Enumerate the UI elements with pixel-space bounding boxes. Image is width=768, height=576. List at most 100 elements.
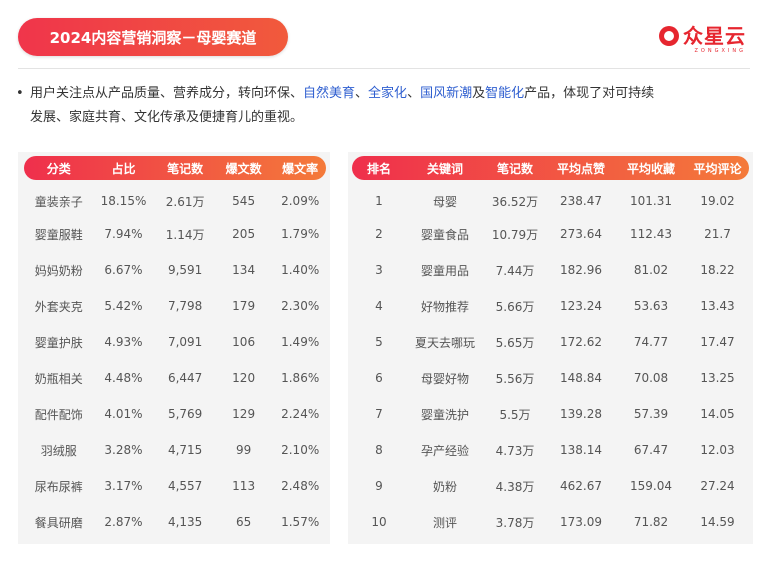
table-cell: 106 [232, 335, 256, 349]
bullet-icon: • [16, 86, 24, 101]
category-column-header: 笔记数 [167, 161, 204, 176]
table-cell: 童装亲子 [34, 194, 83, 209]
category-table-panel: 分类 占比 笔记数 爆文数 爆文率 童装亲子 18.15% 2.61万 545 2.09% 婴童服… [18, 152, 330, 544]
table-cell: 18.15% [100, 194, 147, 208]
table-cell: 3.28% [104, 443, 143, 457]
table-cell: 8 [375, 443, 383, 457]
table-cell: 172.62 [560, 335, 602, 349]
keyword-table-panel: 排名 关键词 笔记数 平均点赞 平均收藏 平均评论 1 母婴 36.52万 238.47 101.… [348, 152, 753, 544]
table-cell: 羽绒服 [40, 443, 77, 458]
table-row: 3 婴童用品 7.44万 182.96 81.02 18.22 [352, 252, 749, 288]
table-cell: 婴童用品 [420, 263, 469, 278]
table-cell: 27.24 [700, 479, 735, 493]
table-cell: 2.24% [281, 407, 320, 421]
table-cell: 婴童洗护 [420, 407, 469, 422]
insight-highlight: 智能化 [485, 86, 525, 101]
table-row: 10 测评 3.78万 173.09 71.82 14.59 [352, 504, 749, 540]
table-row: 餐具研磨 2.87% 4,135 65 1.57% [24, 504, 330, 540]
table-cell: 19.02 [700, 194, 735, 208]
table-cell: 1.57% [281, 515, 320, 529]
table-cell: 7.44万 [495, 263, 535, 278]
table-cell: 1.86% [281, 371, 320, 385]
page-title: 2024内容营销洞察－母婴赛道 [18, 18, 288, 56]
table-cell: 3.78万 [495, 515, 535, 530]
table-cell: 6 [375, 371, 383, 385]
table-cell: 67.47 [633, 443, 669, 457]
table-row: 妈妈奶粉 6.67% 9,591 134 1.40% [24, 252, 330, 288]
table-cell: 273.64 [560, 227, 602, 241]
table-cell: 1.49% [281, 335, 320, 349]
table-row: 5 夏天去哪玩 5.65万 172.62 74.77 17.47 [352, 324, 749, 360]
table-cell: 4.48% [104, 371, 143, 385]
table-cell: 4.01% [104, 407, 143, 421]
table-cell: 2.09% [281, 194, 320, 208]
table-cell: 7.94% [104, 227, 143, 241]
table-cell: 545 [232, 194, 256, 208]
insight-segment: 及 [472, 86, 486, 101]
table-cell: 奶粉 [432, 479, 457, 494]
header-divider [18, 68, 750, 69]
insight-segment: 产品，体现了对可持续 [524, 86, 655, 101]
table-cell: 10.79万 [491, 227, 539, 242]
table-cell: 尿布尿裤 [34, 479, 83, 494]
table-cell: 462.67 [560, 479, 602, 493]
table-cell: 6,447 [167, 371, 203, 385]
table-cell: 120 [232, 371, 256, 385]
table-row: 婴童护肤 4.93% 7,091 106 1.49% [24, 324, 330, 360]
table-row: 9 奶粉 4.38万 462.67 159.04 27.24 [352, 468, 749, 504]
table-cell: 57.39 [633, 407, 669, 421]
table-cell: 1.40% [281, 263, 320, 277]
keyword-column-header: 平均点赞 [556, 161, 605, 176]
logo-text: 众星云 [683, 24, 746, 48]
keyword-column-header: 关键词 [426, 161, 463, 176]
table-cell: 婴童食品 [420, 227, 469, 242]
table-cell: 4 [375, 299, 383, 313]
table-row: 奶瓶相关 4.48% 6,447 120 1.86% [24, 360, 330, 396]
category-table-body: 童装亲子 18.15% 2.61万 545 2.09% 婴童服鞋 7.94% 1.14万 205… [24, 180, 330, 540]
table-cell: 5.42% [104, 299, 143, 313]
keyword-column-header: 平均收藏 [626, 161, 675, 176]
table-cell: 1.14万 [165, 227, 205, 242]
table-cell: 14.05 [700, 407, 735, 421]
table-cell: 1.79% [281, 227, 320, 241]
table-cell: 13.25 [700, 371, 735, 385]
insight-text: • 用户关注点从产品质量、营养成分，转向环保、自然美育、全家化、国风新潮及智能化产… [16, 82, 756, 130]
table-cell: 238.47 [560, 194, 602, 208]
keyword-table-body: 1 母婴 36.52万 238.47 101.31 19.02 2 婴童食品 10.79万 273… [352, 180, 749, 540]
category-column-header: 占比 [111, 161, 136, 176]
table-cell: 2.10% [281, 443, 320, 457]
category-column-header: 爆文数 [225, 161, 262, 176]
table-row: 2 婴童食品 10.79万 273.64 112.43 21.7 [352, 216, 749, 252]
category-table: 分类 占比 笔记数 爆文数 爆文率 童装亲子 18.15% 2.61万 545 2.09% 婴童服… [24, 156, 330, 540]
table-row: 4 好物推荐 5.66万 123.24 53.63 13.43 [352, 288, 749, 324]
table-cell: 婴童护肤 [34, 335, 83, 350]
table-cell: 4,715 [167, 443, 203, 457]
keyword-column-header: 笔记数 [496, 161, 533, 176]
category-column-header: 分类 [46, 161, 71, 176]
table-cell: 65 [235, 515, 252, 529]
table-cell: 2 [375, 227, 383, 241]
table-cell: 外套夹克 [34, 299, 83, 314]
table-cell: 101.31 [630, 194, 672, 208]
table-cell: 7 [375, 407, 383, 421]
keyword-table-header-row: 排名 关键词 笔记数 平均点赞 平均收藏 平均评论 [352, 156, 749, 180]
keyword-column-header: 排名 [366, 161, 391, 176]
table-row: 尿布尿裤 3.17% 4,557 113 2.48% [24, 468, 330, 504]
table-cell: 179 [232, 299, 256, 313]
insight-highlight: 全家化 [368, 86, 408, 101]
table-cell: 13.43 [700, 299, 735, 313]
table-cell: 17.47 [700, 335, 735, 349]
table-cell: 4.93% [104, 335, 143, 349]
table-cell: 3.17% [104, 479, 143, 493]
keyword-table: 排名 关键词 笔记数 平均点赞 平均收藏 平均评论 1 母婴 36.52万 238.47 101.… [352, 156, 749, 540]
table-cell: 6.67% [104, 263, 143, 277]
table-cell: 12.03 [700, 443, 735, 457]
table-cell: 129 [232, 407, 256, 421]
table-cell: 112.43 [630, 227, 672, 241]
table-cell: 妈妈奶粉 [34, 263, 83, 278]
table-cell: 70.08 [633, 371, 669, 385]
table-cell: 2.87% [104, 515, 143, 529]
table-cell: 123.24 [560, 299, 602, 313]
table-cell: 148.84 [560, 371, 602, 385]
table-cell: 夏天去哪玩 [414, 335, 475, 350]
